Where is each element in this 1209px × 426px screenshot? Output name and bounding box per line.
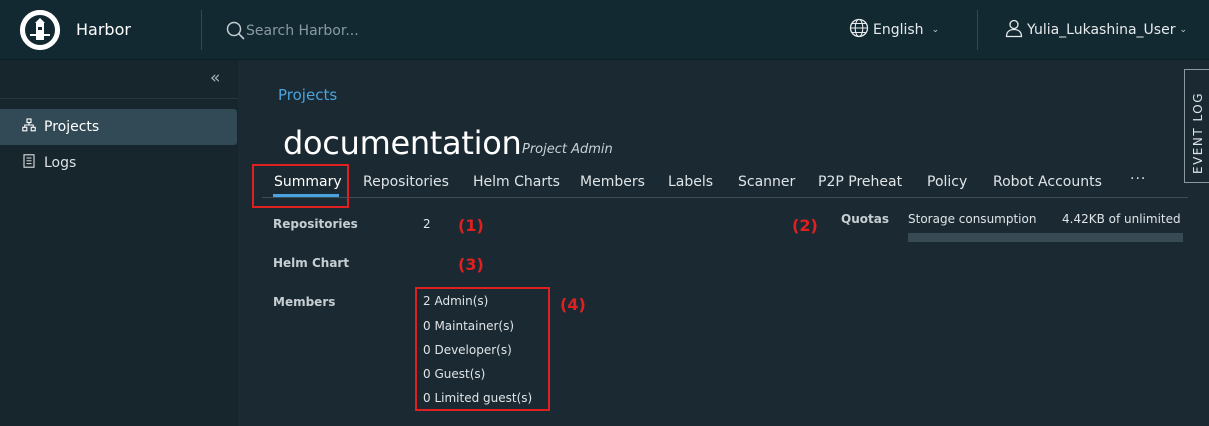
event-log-label: EVENT LOG [1191,92,1205,174]
header-divider [201,10,202,50]
language-label: English [873,22,924,38]
tab-robot-accounts[interactable]: Robot Accounts [993,174,1102,190]
language-selector[interactable]: English ⌄ [849,18,940,42]
helm-chart-label: Helm Chart [273,256,350,270]
page-title: documentation [283,124,522,162]
storage-consumption-value: 4.42KB of unlimited [1062,212,1181,226]
annotation-2: (2) [792,216,818,235]
chevron-down-icon: ⌄ [1179,25,1188,35]
projects-icon [22,118,36,136]
tab-scanner[interactable]: Scanner [738,174,795,190]
sidebar-item-label: Logs [44,155,77,171]
breadcrumb[interactable]: Projects [278,86,337,104]
globe-icon [849,18,869,42]
header-divider [977,10,978,50]
sidebar: « Projects Logs [0,60,238,426]
annotation-3: (3) [458,255,484,274]
annotation-1: (1) [458,216,484,235]
sidebar-item-label: Projects [44,119,100,135]
logs-icon [22,154,36,172]
search-input[interactable] [246,19,546,43]
project-tabs: Summary Repositories Helm Charts Members… [262,170,1188,198]
collapse-sidebar-icon[interactable]: « [210,68,220,88]
user-icon [1004,18,1024,42]
app-title[interactable]: Harbor [76,20,131,39]
event-log-button[interactable]: EVENT LOG [1184,69,1209,183]
repositories-count: 2 [423,217,431,231]
chevron-down-icon: ⌄ [931,25,940,35]
harbor-logo-icon[interactable] [20,10,60,50]
project-role: Project Admin [522,142,613,157]
repositories-label: Repositories [273,217,358,231]
annotation-box-summary [252,164,349,208]
annotation-box-members [415,287,550,411]
top-header: Harbor English ⌄ Yulia_Lukashina_User ⌄ [0,0,1209,60]
more-tabs-icon[interactable]: ··· [1130,171,1146,187]
sidebar-divider [0,98,238,99]
username-label: Yulia_Lukashina_User [1027,22,1176,38]
tab-labels[interactable]: Labels [668,174,713,190]
search-icon[interactable] [226,21,246,41]
annotation-4: (4) [560,295,586,314]
sidebar-item-logs[interactable]: Logs [0,145,237,181]
tab-p2p-preheat[interactable]: P2P Preheat [818,174,902,190]
tab-helm-charts[interactable]: Helm Charts [473,174,560,190]
tab-policy[interactable]: Policy [927,174,967,190]
tab-members[interactable]: Members [580,174,645,190]
quotas-label: Quotas [841,212,889,226]
members-label: Members [273,295,336,309]
sidebar-item-projects[interactable]: Projects [0,109,237,145]
tab-repositories[interactable]: Repositories [363,174,449,190]
storage-consumption-label: Storage consumption [908,212,1037,226]
user-menu[interactable]: Yulia_Lukashina_User ⌄ [1004,19,1187,41]
storage-quota-bar [908,233,1183,242]
